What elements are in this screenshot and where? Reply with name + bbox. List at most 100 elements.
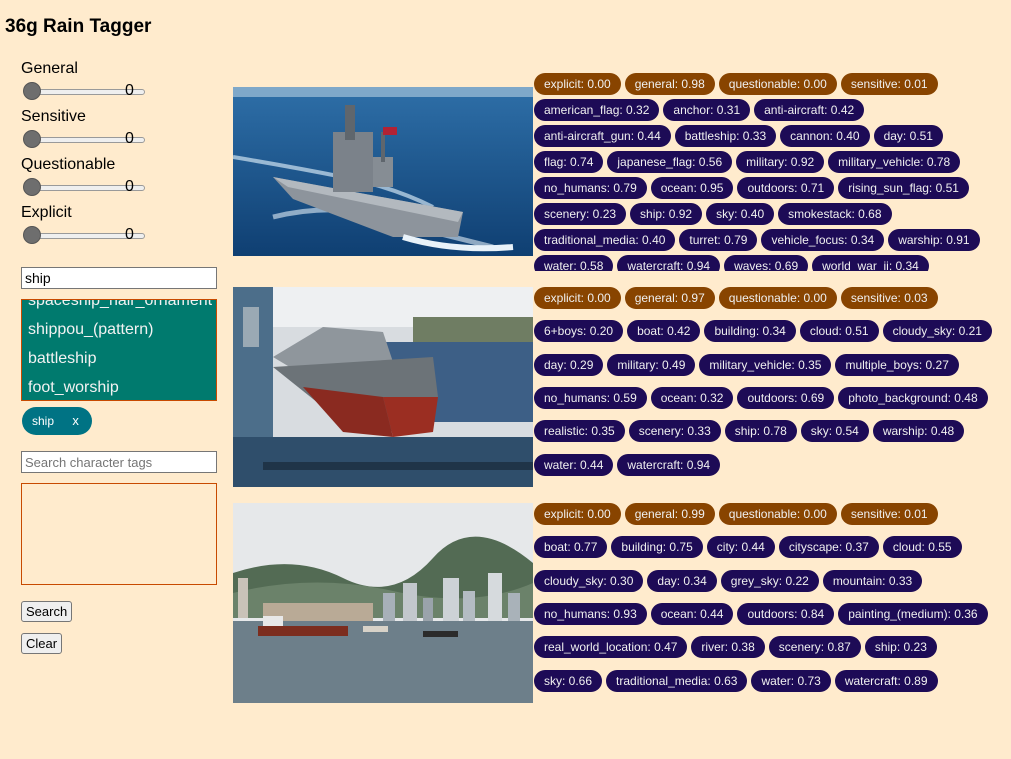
chip-remove-icon[interactable]: x bbox=[72, 413, 79, 428]
general-tag[interactable]: mountain: 0.33 bbox=[822, 569, 923, 592]
general-tag[interactable]: ship: 0.78 bbox=[724, 420, 797, 443]
rating-tag[interactable]: general: 0.97 bbox=[624, 287, 715, 309]
general-tag[interactable]: ocean: 0.95 bbox=[650, 177, 734, 199]
general-tag[interactable]: cannon: 0.40 bbox=[780, 125, 870, 147]
general-tag[interactable]: painting_(medium): 0.36 bbox=[838, 602, 988, 625]
general-tag[interactable]: water: 0.58 bbox=[534, 255, 614, 271]
character-tags-box bbox=[21, 483, 217, 585]
suggestion-item[interactable]: spaceship_hair_ornament bbox=[22, 300, 216, 315]
general-tag[interactable]: scenery: 0.87 bbox=[768, 636, 861, 659]
general-tag[interactable]: military: 0.49 bbox=[607, 353, 696, 376]
general-tag[interactable]: ship: 0.92 bbox=[630, 203, 703, 225]
general-tag[interactable]: water: 0.44 bbox=[534, 453, 614, 476]
slider-thumb[interactable] bbox=[23, 178, 41, 196]
general-tag[interactable]: no_humans: 0.93 bbox=[534, 602, 647, 625]
general-tag[interactable]: cityscape: 0.37 bbox=[778, 536, 879, 559]
suggestion-item[interactable]: shippou_(pattern) bbox=[22, 315, 216, 344]
rating-tag[interactable]: general: 0.98 bbox=[624, 73, 715, 95]
rating-tag[interactable]: sensitive: 0.03 bbox=[840, 287, 938, 309]
general-tag[interactable]: ocean: 0.44 bbox=[650, 602, 734, 625]
rating-tag[interactable]: sensitive: 0.01 bbox=[840, 503, 938, 525]
general-tag[interactable]: waves: 0.69 bbox=[724, 255, 809, 271]
general-tag[interactable]: vehicle_focus: 0.34 bbox=[761, 229, 885, 251]
general-tag[interactable]: outdoors: 0.69 bbox=[737, 386, 835, 409]
general-tag[interactable]: building: 0.75 bbox=[611, 536, 703, 559]
general-tag[interactable]: military_vehicle: 0.78 bbox=[828, 151, 961, 173]
slider-thumb[interactable] bbox=[23, 130, 41, 148]
rating-tag[interactable]: questionable: 0.00 bbox=[718, 503, 837, 525]
general-tag[interactable]: outdoors: 0.84 bbox=[737, 602, 835, 625]
general-tag[interactable]: cloud: 0.51 bbox=[799, 320, 879, 343]
rating-tag[interactable]: explicit: 0.00 bbox=[534, 503, 621, 525]
general-tag[interactable]: smokestack: 0.68 bbox=[778, 203, 892, 225]
general-tag[interactable]: day: 0.29 bbox=[534, 353, 604, 376]
general-tag[interactable]: ocean: 0.32 bbox=[650, 386, 734, 409]
general-tag[interactable]: day: 0.51 bbox=[873, 125, 943, 147]
rating-tag[interactable]: questionable: 0.00 bbox=[718, 287, 837, 309]
general-tag[interactable]: boat: 0.77 bbox=[534, 536, 608, 559]
general-tag[interactable]: photo_background: 0.48 bbox=[838, 386, 988, 409]
general-tag[interactable]: military_vehicle: 0.35 bbox=[699, 353, 832, 376]
general-tag[interactable]: sky: 0.54 bbox=[800, 420, 869, 443]
result-tags: explicit: 0.00 general: 0.99 questionabl… bbox=[534, 503, 1002, 703]
suggestion-item[interactable]: foot_worship bbox=[22, 373, 216, 400]
result-card: explicit: 0.00 general: 0.99 questionabl… bbox=[233, 503, 1003, 703]
general-tag[interactable]: day: 0.34 bbox=[647, 569, 717, 592]
general-tag[interactable]: grey_sky: 0.22 bbox=[720, 569, 819, 592]
general-tag[interactable]: no_humans: 0.79 bbox=[534, 177, 647, 199]
general-tag[interactable]: watercraft: 0.94 bbox=[617, 255, 721, 271]
rating-tag[interactable]: sensitive: 0.01 bbox=[840, 73, 938, 95]
rating-tag[interactable]: questionable: 0.00 bbox=[718, 73, 837, 95]
tag-search-input[interactable] bbox=[21, 267, 217, 289]
rating-tag[interactable]: general: 0.99 bbox=[624, 503, 715, 525]
general-tag[interactable]: military: 0.92 bbox=[736, 151, 825, 173]
general-tag[interactable]: warship: 0.91 bbox=[888, 229, 980, 251]
general-tag[interactable]: boat: 0.42 bbox=[627, 320, 701, 343]
tag-suggestions-list: spaceship_hair_ornament shippou_(pattern… bbox=[21, 299, 217, 401]
general-tag[interactable]: water: 0.73 bbox=[751, 669, 831, 692]
general-tag[interactable]: scenery: 0.33 bbox=[628, 420, 721, 443]
general-tag[interactable]: american_flag: 0.32 bbox=[534, 99, 660, 121]
general-tag[interactable]: building: 0.34 bbox=[704, 320, 796, 343]
general-tag[interactable]: cloudy_sky: 0.21 bbox=[882, 320, 992, 343]
general-tag[interactable]: watercraft: 0.94 bbox=[617, 453, 721, 476]
general-tag[interactable]: turret: 0.79 bbox=[679, 229, 758, 251]
character-tag-search-input[interactable] bbox=[21, 451, 217, 473]
general-tag[interactable]: real_world_location: 0.47 bbox=[534, 636, 688, 659]
general-tag[interactable]: river: 0.38 bbox=[691, 636, 765, 659]
result-image-destroyer-in-drydock[interactable] bbox=[233, 287, 533, 487]
slider-thumb[interactable] bbox=[23, 82, 41, 100]
result-image-warship-at-sea[interactable] bbox=[233, 87, 533, 256]
general-tag[interactable]: multiple_boys: 0.27 bbox=[835, 353, 959, 376]
general-tag[interactable]: battleship: 0.33 bbox=[674, 125, 777, 147]
general-tag[interactable]: cloud: 0.55 bbox=[882, 536, 962, 559]
rating-tag[interactable]: explicit: 0.00 bbox=[534, 287, 621, 309]
clear-button[interactable]: Clear bbox=[21, 633, 63, 654]
general-tag[interactable]: city: 0.44 bbox=[706, 536, 775, 559]
general-tag[interactable]: cloudy_sky: 0.30 bbox=[534, 569, 644, 592]
general-tag[interactable]: realistic: 0.35 bbox=[534, 420, 625, 443]
general-tag[interactable]: world_war_ii: 0.34 bbox=[812, 255, 929, 271]
general-tag[interactable]: anchor: 0.31 bbox=[663, 99, 751, 121]
general-tag[interactable]: 6+boys: 0.20 bbox=[534, 320, 624, 343]
general-tag[interactable]: rising_sun_flag: 0.51 bbox=[838, 177, 969, 199]
result-image-harbor-cityscape[interactable] bbox=[233, 503, 533, 703]
rating-tag[interactable]: explicit: 0.00 bbox=[534, 73, 621, 95]
general-tag[interactable]: sky: 0.66 bbox=[534, 669, 603, 692]
general-tag[interactable]: scenery: 0.23 bbox=[534, 203, 627, 225]
general-tag[interactable]: sky: 0.40 bbox=[706, 203, 775, 225]
general-tag[interactable]: warship: 0.48 bbox=[872, 420, 965, 443]
slider-thumb[interactable] bbox=[23, 226, 41, 244]
general-tag[interactable]: watercraft: 0.89 bbox=[834, 669, 938, 692]
general-tag[interactable]: flag: 0.74 bbox=[534, 151, 604, 173]
general-tag[interactable]: traditional_media: 0.40 bbox=[534, 229, 676, 251]
general-tag[interactable]: outdoors: 0.71 bbox=[737, 177, 835, 199]
general-tag[interactable]: anti-aircraft: 0.42 bbox=[754, 99, 865, 121]
search-button[interactable]: Search bbox=[21, 601, 73, 622]
general-tag[interactable]: traditional_media: 0.63 bbox=[606, 669, 748, 692]
general-tag[interactable]: no_humans: 0.59 bbox=[534, 386, 647, 409]
general-tag[interactable]: japanese_flag: 0.56 bbox=[607, 151, 733, 173]
suggestion-item[interactable]: battleship bbox=[22, 344, 216, 373]
general-tag[interactable]: ship: 0.23 bbox=[864, 636, 937, 659]
general-tag[interactable]: anti-aircraft_gun: 0.44 bbox=[534, 125, 671, 147]
